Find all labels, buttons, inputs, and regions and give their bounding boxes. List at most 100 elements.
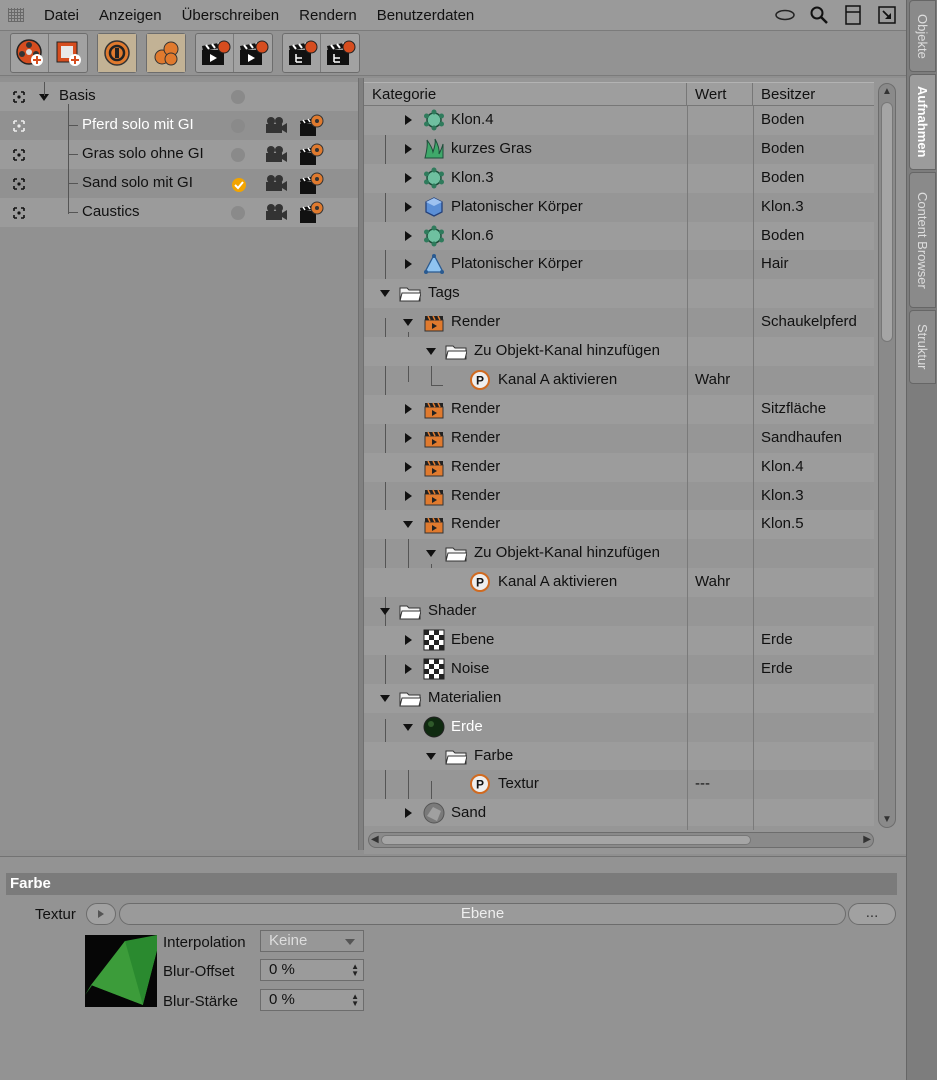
tree-row[interactable]: Render Sitzfläche [364,394,874,424]
expand-arrow-icon[interactable] [405,201,412,212]
tree-row[interactable]: Platonischer Körper Hair [364,250,874,279]
tab-struktur[interactable]: Struktur [909,310,936,384]
undock-icon[interactable] [876,4,898,26]
tree-row[interactable]: kurzes Gras Boden [364,135,874,164]
search-icon[interactable] [808,4,830,26]
add-take-button[interactable] [11,34,49,72]
collapse-arrow-icon[interactable] [403,723,413,731]
tree-row[interactable]: Erde [364,713,874,742]
column-divider[interactable] [753,106,754,830]
take-row-gras[interactable]: Gras solo ohne GI [0,140,358,169]
expand-arrow-icon[interactable] [405,663,412,674]
tree-row[interactable]: Klon.3 Boden [364,163,874,193]
take-row-basis[interactable]: Basis [0,82,358,111]
menu-datei[interactable]: Datei [34,7,89,24]
take-row-sand[interactable]: Sand solo mit GI [0,169,358,198]
checkmark-icon[interactable] [231,177,246,192]
expand-arrow-icon[interactable] [405,432,412,443]
render-take-button[interactable] [196,34,234,72]
menu-ueberschreiben[interactable]: Überschreiben [172,7,290,24]
tree-row[interactable]: Materialien [364,683,874,713]
menu-benutzerdaten[interactable]: Benutzerdaten [367,7,485,24]
take-target-icon[interactable] [13,178,25,190]
tree-row[interactable]: Tags [364,279,874,309]
take-target-icon[interactable] [13,207,25,219]
column-header-category[interactable]: Kategorie [364,83,687,107]
take-checkbox[interactable] [231,206,245,220]
expand-arrow-icon[interactable] [405,230,412,241]
camera-icon[interactable] [264,203,288,221]
collapse-arrow-icon[interactable] [426,550,436,558]
tree-row[interactable]: Noise Erde [364,655,874,684]
tab-content-browser[interactable]: Content Browser [909,172,936,308]
collapse-arrow-icon[interactable] [403,521,413,529]
take-checkbox[interactable] [231,148,245,162]
tree-row[interactable]: P Textur --- [364,770,874,799]
render-settings-icon[interactable] [298,114,324,138]
menu-rendern[interactable]: Rendern [289,7,367,24]
expand-arrow-icon[interactable] [405,461,412,472]
auto-take-button[interactable] [98,34,136,72]
collapse-arrow-icon[interactable] [380,290,390,298]
scroll-left-icon[interactable]: ◀ [371,834,379,845]
expand-arrow-icon[interactable] [405,403,412,414]
override-group-button[interactable] [147,34,185,72]
tree-row[interactable]: Sand [364,799,874,826]
tree-row[interactable]: Render Sandhaufen [364,424,874,453]
tab-aufnahmen[interactable]: Aufnahmen [909,74,936,170]
expand-arrow-icon[interactable] [405,115,412,125]
tree-row[interactable]: P Kanal A aktivieren Wahr [364,568,874,598]
tree-row[interactable]: Render Klon.5 [364,510,874,540]
blur-strength-field[interactable]: 0 % ▲ ▼ [260,989,364,1011]
column-divider[interactable] [687,106,688,830]
tree-row[interactable]: Klon.4 Boden [364,106,874,135]
camera-icon[interactable] [264,174,288,192]
tree-row[interactable]: Zu Objekt-Kanal hinzufügen [364,337,874,367]
render-all-takes-button[interactable] [234,34,272,72]
expand-arrow-icon[interactable] [405,808,412,819]
take-row-caustics[interactable]: Caustics [0,198,358,227]
render-settings-icon[interactable] [298,172,324,196]
column-header-value[interactable]: Wert [687,83,753,107]
collapse-arrow-icon[interactable] [426,348,436,356]
column-header-owner[interactable]: Besitzer [753,83,874,107]
texture-menu-button[interactable] [86,903,116,925]
section-title[interactable]: Farbe [6,873,897,895]
add-child-take-button[interactable] [49,34,87,72]
texture-field[interactable]: Ebene [119,903,846,925]
render-tree-button[interactable] [321,34,359,72]
tree-row[interactable]: Render Klon.3 [364,482,874,511]
tree-row[interactable]: Farbe [364,741,874,771]
expand-arrow-icon[interactable] [405,259,412,270]
take-checkbox[interactable] [231,119,245,133]
tree-row[interactable]: Render Klon.4 [364,452,874,482]
vertical-scroll-thumb[interactable] [881,102,893,342]
horizontal-scrollbar[interactable]: ◀ ▶ [368,832,874,848]
layout-icon[interactable] [842,4,864,26]
take-checkbox[interactable] [231,90,245,104]
camera-icon[interactable] [264,145,288,163]
tree-row[interactable]: Platonischer Körper Klon.3 [364,193,874,222]
menu-anzeigen[interactable]: Anzeigen [89,7,172,24]
tree-row[interactable]: Zu Objekt-Kanal hinzufügen [364,539,874,568]
take-row-pferd[interactable]: Pferd solo mit GI [0,111,358,140]
panel-grip-icon[interactable] [8,8,24,22]
expand-arrow-icon[interactable] [405,635,412,646]
collapse-arrow-icon[interactable] [403,319,413,327]
tree-row[interactable]: Render Schaukelpferd [364,308,874,337]
stepper-icon[interactable]: ▲ ▼ [351,993,359,1008]
expand-arrow-icon[interactable] [405,490,412,501]
scroll-up-icon[interactable]: ▲ [882,86,892,97]
stepper-icon[interactable]: ▲ ▼ [351,963,359,978]
collapse-arrow-icon[interactable] [426,752,436,760]
texture-preview[interactable] [85,935,157,1007]
scroll-right-icon[interactable]: ▶ [863,834,871,845]
tree-row[interactable]: Klon.6 Boden [364,221,874,251]
expand-arrow-icon[interactable] [405,143,412,154]
render-settings-icon[interactable] [298,201,324,225]
take-target-icon[interactable] [13,120,25,132]
take-target-icon[interactable] [13,149,25,161]
eye-icon[interactable] [774,4,796,26]
render-marked-button[interactable] [283,34,321,72]
collapse-arrow-icon[interactable] [380,608,390,616]
